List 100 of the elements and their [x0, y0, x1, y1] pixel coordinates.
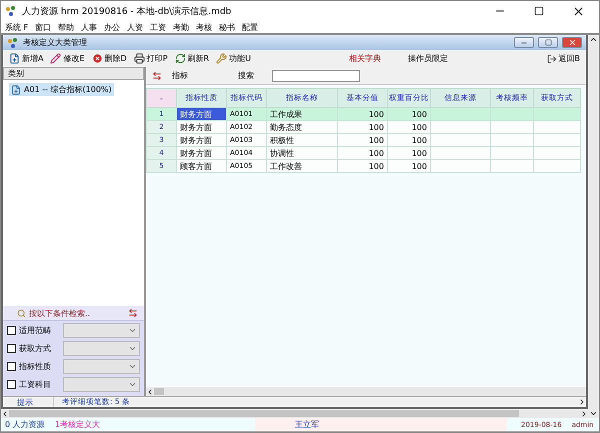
horizontal-scrollbar[interactable]	[146, 387, 586, 396]
chevron-up-icon[interactable]	[589, 35, 598, 44]
table-cell	[490, 134, 534, 146]
restore-button[interactable]	[538, 37, 558, 48]
refresh-icon	[174, 53, 186, 64]
table-cell	[490, 120, 534, 134]
table-cell: 协调性	[266, 146, 338, 160]
filter-label: 工资科目	[18, 378, 52, 390]
filter-label: 指标性质	[18, 360, 52, 372]
close-icon	[568, 38, 576, 47]
table-cell: 勤务态度	[266, 120, 338, 134]
window-title: 人力资源 hrm 20190816 - 本地-db\演示信息.mdb	[22, 6, 232, 18]
table-cell	[490, 108, 534, 120]
scrollbar-thumb[interactable]	[154, 388, 164, 395]
table-cell	[490, 146, 534, 160]
table-cell: 工作成果	[266, 108, 338, 120]
vertical-scrollbar[interactable]	[588, 35, 599, 418]
return-button[interactable]: 返回B	[546, 53, 580, 64]
table-cell	[534, 108, 580, 120]
table-cell: 100	[388, 120, 430, 134]
scrollbar-thumb[interactable]	[9, 410, 519, 417]
table-cell	[430, 146, 490, 160]
menu-item[interactable]: 考核	[196, 22, 212, 32]
child-window-title: 考核定义大类管理	[23, 37, 88, 48]
checkbox[interactable]	[7, 344, 16, 352]
table-cell: 100	[338, 120, 388, 134]
swap-icon[interactable]	[128, 308, 138, 318]
table-cell: 100	[338, 108, 388, 120]
delete-icon	[92, 53, 103, 64]
table-cell: 100	[338, 134, 388, 146]
search-icon	[17, 308, 26, 318]
chevron-left-icon[interactable]	[1, 410, 9, 418]
toolbar-button[interactable]: 新增A	[9, 53, 44, 64]
table-cell	[534, 146, 580, 160]
table-cell	[430, 108, 490, 120]
table-cell	[430, 160, 490, 172]
checkbox[interactable]	[7, 362, 16, 370]
table-cell: 工作改善	[266, 160, 338, 172]
toolbar-button[interactable]: 刷新R	[174, 53, 210, 64]
toolbar-button[interactable]: 删除D	[92, 53, 127, 64]
table-cell: 顾客方面	[176, 160, 226, 172]
table-cell: 财务方面	[176, 108, 226, 120]
menu-item[interactable]: 工资	[150, 22, 166, 32]
table-cell	[430, 134, 490, 146]
table-cell: 100	[338, 146, 388, 160]
hint-label: 提示	[16, 396, 34, 408]
table-cell: 100	[388, 146, 430, 160]
exit-icon	[546, 54, 556, 64]
search-field[interactable]	[272, 70, 360, 82]
status-user: 王立军	[294, 419, 319, 430]
toolbar-button[interactable]: 修改E	[50, 53, 85, 64]
file-plus-icon	[9, 53, 20, 64]
table-cell	[534, 160, 580, 172]
tree-item[interactable]: A01 -- 综合指标(100%)	[9, 83, 114, 96]
search-label: 搜索	[238, 70, 254, 81]
filter-label: 适用范畴	[18, 324, 52, 336]
menu-item[interactable]: 人事	[81, 22, 98, 32]
table-cell: 积极性	[266, 134, 338, 146]
minimize-button[interactable]	[514, 37, 534, 48]
menu-item[interactable]: 办公	[104, 22, 120, 32]
grid-label: 指标	[172, 70, 188, 81]
table-cell: 100	[338, 160, 388, 172]
menu-item[interactable]: 考勤	[173, 22, 190, 32]
chevron-left-icon[interactable]	[146, 388, 154, 396]
table-cell: 财务方面	[176, 134, 226, 146]
menu-item[interactable]: 配置	[242, 22, 258, 32]
close-button[interactable]	[562, 37, 582, 48]
table-cell: 100	[388, 160, 430, 172]
checkbox[interactable]	[7, 380, 16, 388]
swap-icon[interactable]	[152, 70, 162, 80]
app-icon	[7, 36, 19, 48]
toolbar-button[interactable]: 打印P	[134, 53, 168, 64]
table-cell	[490, 160, 534, 172]
toolbar-button[interactable]: 功能U	[216, 53, 251, 64]
menu-item[interactable]: 人资	[127, 22, 144, 32]
wrench-icon	[216, 53, 228, 64]
menu-item[interactable]: 帮助	[58, 22, 74, 32]
restore-icon	[544, 39, 552, 46]
filter-label: 获取方式	[18, 342, 52, 354]
maximize-icon[interactable]	[534, 6, 544, 16]
close-icon[interactable]	[572, 4, 584, 18]
chevron-down-icon[interactable]	[589, 409, 598, 418]
menu-item[interactable]: 窗口	[35, 22, 52, 32]
app-icon	[5, 5, 17, 17]
menu-item[interactable]: 秘书	[219, 22, 236, 32]
table-cell: 100	[388, 134, 430, 146]
checkbox[interactable]	[7, 326, 16, 334]
filter-header: 按以下条件检索..	[29, 308, 92, 318]
table-cell	[534, 134, 580, 146]
panel-header: 类别	[3, 67, 144, 80]
status-window: 1考核定义大	[55, 419, 255, 430]
pencil-icon	[50, 53, 62, 64]
menu-item[interactable]: 系统 F	[5, 22, 28, 32]
table-cell: 财务方面	[176, 146, 226, 160]
horizontal-scrollbar[interactable]	[1, 409, 588, 418]
link-button[interactable]: 相关字典	[349, 53, 382, 64]
status-module: 0 人力资源	[4, 419, 46, 430]
link-button[interactable]: 操作员限定	[408, 53, 448, 64]
printer-icon	[134, 53, 145, 64]
table-cell: 财务方面	[176, 120, 226, 134]
